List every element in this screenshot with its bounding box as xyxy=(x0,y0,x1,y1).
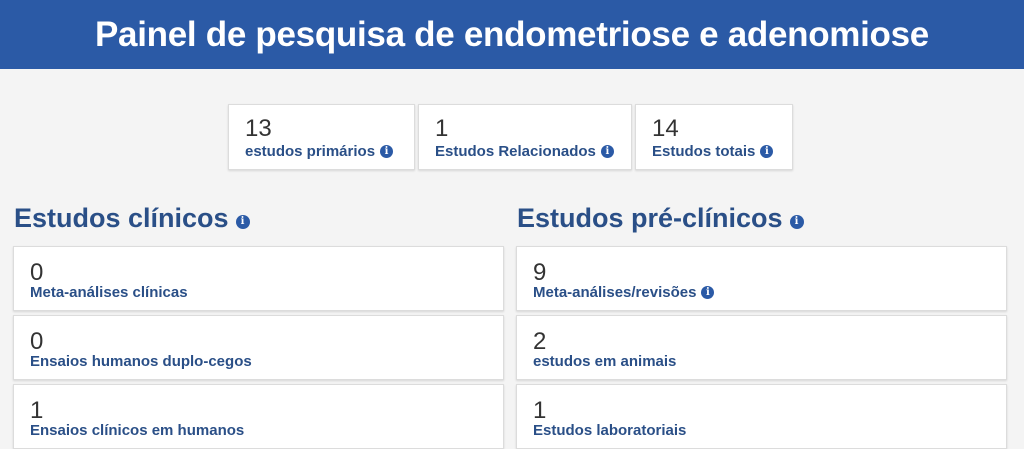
page-header: Painel de pesquisa de endometriose e ade… xyxy=(0,0,1024,69)
preclinical-label-text: Estudos laboratoriais xyxy=(533,422,687,439)
summary-label: estudos primários i xyxy=(245,143,394,160)
info-icon[interactable]: i xyxy=(789,214,804,229)
info-icon[interactable]: i xyxy=(380,145,394,158)
preclinical-label-text: estudos em animais xyxy=(533,353,677,370)
summary-value: 1 xyxy=(435,115,449,142)
summary-label-text: estudos primários xyxy=(245,143,376,160)
clinical-title-text: Estudos clínicos xyxy=(14,203,229,233)
summary-label-text: Estudos Relacionados xyxy=(435,143,596,160)
summary-card-primary-studies: 13 estudos primários i xyxy=(228,104,415,170)
clinical-value: 0 xyxy=(30,328,44,355)
summary-label-text: Estudos totais xyxy=(652,143,756,160)
clinical-label: Meta-análises clínicas xyxy=(30,284,188,301)
preclinical-value: 2 xyxy=(533,328,547,355)
preclinical-label-text: Meta-análises/revisões xyxy=(533,284,697,301)
info-icon[interactable]: i xyxy=(701,286,715,299)
page-title: Painel de pesquisa de endometriose e ade… xyxy=(95,14,929,54)
preclinical-card-animal-studies: 2 estudos em animais xyxy=(516,315,1007,380)
clinical-value: 1 xyxy=(30,397,44,424)
summary-label: Estudos totais i xyxy=(652,143,774,160)
clinical-value: 0 xyxy=(30,259,44,286)
preclinical-card-lab-studies: 1 Estudos laboratoriais xyxy=(516,384,1007,449)
info-icon[interactable]: i xyxy=(600,145,614,158)
summary-card-related-studies: 1 Estudos Relacionados i xyxy=(418,104,632,170)
clinical-label-text: Ensaios clínicos em humanos xyxy=(30,422,245,439)
preclinical-label: Meta-análises/revisões i xyxy=(533,284,715,301)
preclinical-value: 9 xyxy=(533,259,547,286)
info-icon[interactable]: i xyxy=(235,214,250,229)
clinical-card-human-trials: 1 Ensaios clínicos em humanos xyxy=(13,384,504,449)
clinical-label-text: Meta-análises clínicas xyxy=(30,284,188,301)
preclinical-card-meta-reviews: 9 Meta-análises/revisões i xyxy=(516,246,1007,311)
clinical-label: Ensaios humanos duplo-cegos xyxy=(30,353,252,370)
clinical-card-meta-analyses: 0 Meta-análises clínicas xyxy=(13,246,504,311)
clinical-section-title: Estudos clínicos i xyxy=(14,203,250,234)
info-icon[interactable]: i xyxy=(760,145,774,158)
summary-card-total-studies: 14 Estudos totais i xyxy=(635,104,793,170)
clinical-label: Ensaios clínicos em humanos xyxy=(30,422,244,439)
summary-value: 13 xyxy=(245,115,272,142)
clinical-card-double-blind: 0 Ensaios humanos duplo-cegos xyxy=(13,315,504,380)
summary-value: 14 xyxy=(652,115,679,142)
preclinical-label: Estudos laboratoriais xyxy=(533,422,686,439)
preclinical-label: estudos em animais xyxy=(533,353,676,370)
summary-label: Estudos Relacionados i xyxy=(435,143,614,160)
clinical-label-text: Ensaios humanos duplo-cegos xyxy=(30,353,252,370)
preclinical-title-text: Estudos pré-clínicos xyxy=(517,203,783,233)
preclinical-value: 1 xyxy=(533,397,547,424)
preclinical-section-title: Estudos pré-clínicos i xyxy=(517,203,804,234)
